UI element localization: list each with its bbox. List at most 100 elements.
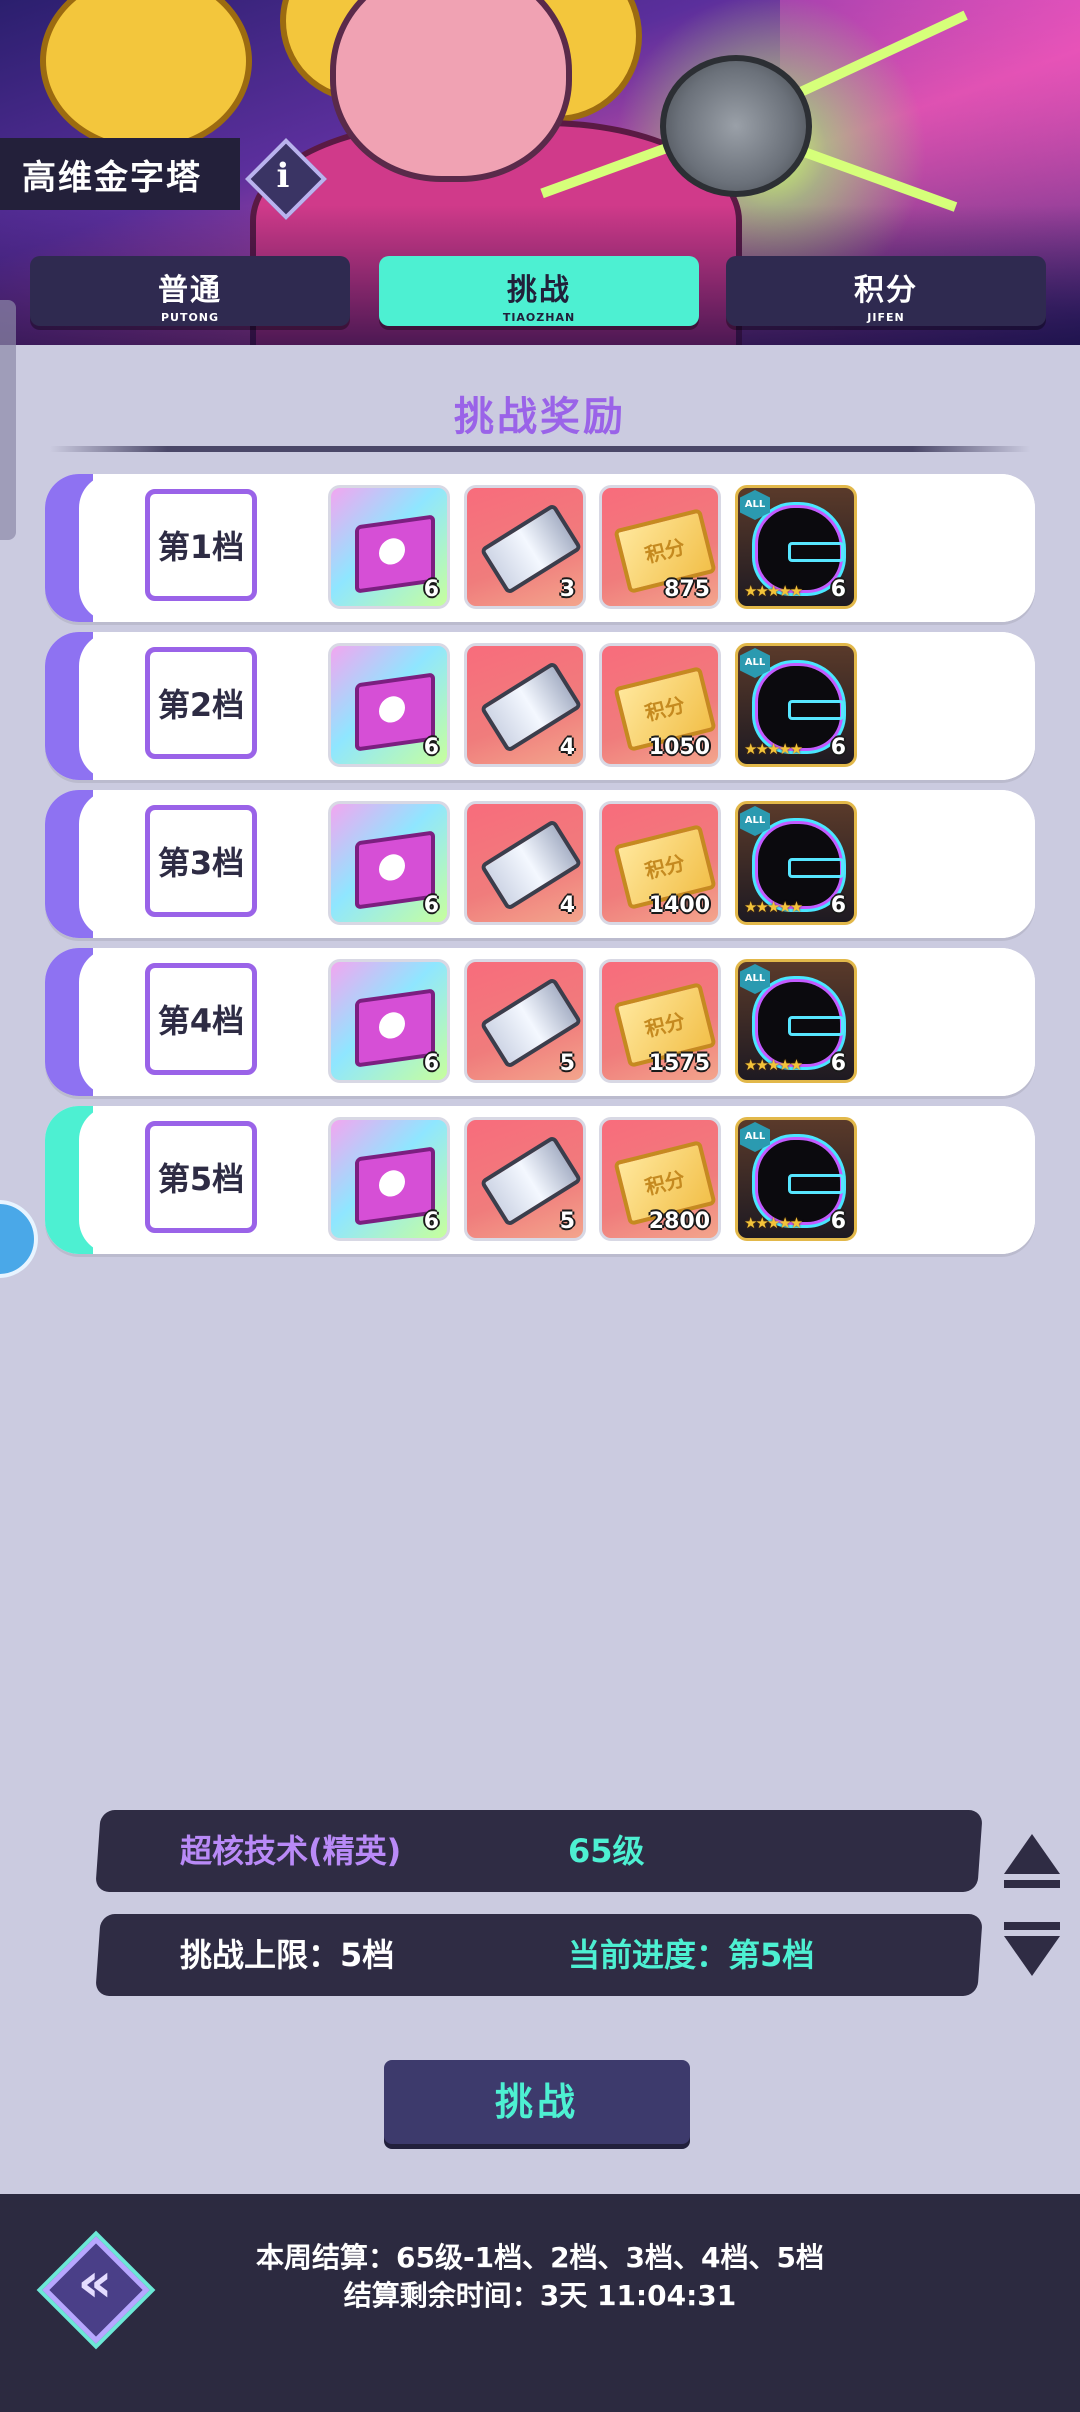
item-quantity: 6 — [830, 1209, 846, 1234]
settlement-countdown: 结算剩余时间：3天 11:04:31 — [343, 2279, 737, 2312]
challenge-button[interactable]: 挑战 — [384, 2060, 690, 2144]
reward-tier-row: 第4档 6 5 积分 1575 ALL ★★★★★ 6 — [45, 948, 1035, 1096]
reward-item-card-ticket[interactable]: 3 — [464, 485, 586, 609]
item-quantity: 6 — [423, 1051, 439, 1076]
all-badge: ALL — [740, 964, 770, 994]
item-quantity: 4 — [559, 735, 575, 760]
star-rating-icon: ★★★★★ — [744, 898, 803, 916]
item-quantity: 1050 — [648, 735, 710, 760]
level-up-button[interactable] — [1002, 1834, 1062, 1894]
reward-item-gift-box[interactable]: 6 — [328, 959, 450, 1083]
reward-item-hero-shard[interactable]: ALL ★★★★★ 6 — [735, 1117, 857, 1241]
reward-item-hero-shard[interactable]: ALL ★★★★★ 6 — [735, 959, 857, 1083]
hero-visor-icon — [788, 858, 844, 878]
reward-item-hero-shard[interactable]: ALL ★★★★★ 6 — [735, 643, 857, 767]
all-badge: ALL — [740, 648, 770, 678]
reward-item-hero-shard[interactable]: ALL ★★★★★ 6 — [735, 485, 857, 609]
tab-pinyin: TIAOZHAN — [502, 311, 576, 324]
reward-tier-row: 第2档 6 4 积分 1050 ALL ★★★★★ 6 — [45, 632, 1035, 780]
reward-item-card-ticket[interactable]: 4 — [464, 643, 586, 767]
reward-item-points-ticket[interactable]: 积分 1400 — [599, 801, 721, 925]
tab-label: 积分 — [854, 273, 918, 308]
star-rating-icon: ★★★★★ — [744, 582, 803, 600]
reward-item-card-ticket[interactable]: 4 — [464, 801, 586, 925]
reward-tier-row: 第3档 6 4 积分 1400 ALL ★★★★★ 6 — [45, 790, 1035, 938]
tier-label: 第2档 — [145, 647, 257, 759]
all-badge: ALL — [740, 1122, 770, 1152]
item-quantity: 875 — [664, 577, 710, 602]
reward-item-points-ticket[interactable]: 积分 1050 — [599, 643, 721, 767]
banner-character-face — [330, 0, 572, 182]
hero-visor-icon — [788, 700, 844, 720]
progress-bar: 挑战上限：5档 当前进度：第5档 — [95, 1914, 983, 1996]
item-quantity: 6 — [423, 735, 439, 760]
reward-item-gift-box[interactable]: 6 — [328, 801, 450, 925]
tab-putong[interactable]: 普通 PUTONG — [30, 256, 350, 326]
item-quantity: 3 — [559, 577, 575, 602]
banner-hair-curl-left — [40, 0, 252, 152]
weekly-settlement: 本周结算：65级-1档、2档、3档、4档、5档 — [256, 2241, 824, 2274]
tab-tiaozhan[interactable]: 挑战 TIAOZHAN — [379, 256, 699, 326]
item-quantity: 2800 — [648, 1209, 710, 1234]
challenge-limit: 挑战上限：5档 — [180, 1936, 395, 1974]
reward-tier-row: 第5档 6 5 积分 2800 ALL ★★★★★ 6 — [45, 1106, 1035, 1254]
reward-item-hero-shard[interactable]: ALL ★★★★★ 6 — [735, 801, 857, 925]
tier-label: 第5档 — [145, 1121, 257, 1233]
arrow-down-bar — [1004, 1922, 1060, 1930]
tier-label: 第1档 — [145, 489, 257, 601]
item-quantity: 6 — [830, 893, 846, 918]
hero-visor-icon — [788, 542, 844, 562]
item-quantity: 6 — [830, 1051, 846, 1076]
section-title: 挑战奖励 — [454, 394, 626, 440]
item-quantity: 6 — [830, 577, 846, 602]
reward-item-card-ticket[interactable]: 5 — [464, 959, 586, 1083]
hero-visor-icon — [788, 1016, 844, 1036]
reward-item-gift-box[interactable]: 6 — [328, 643, 450, 767]
info-button[interactable]: i — [244, 137, 328, 221]
tab-pinyin: JIFEN — [867, 311, 905, 324]
all-badge: ALL — [740, 806, 770, 836]
level-down-button[interactable] — [1002, 1922, 1062, 1982]
page-title: 高维金字塔 — [0, 138, 240, 210]
item-quantity: 6 — [423, 893, 439, 918]
item-quantity: 6 — [423, 1209, 439, 1234]
difficulty-level: 65级 — [568, 1832, 645, 1870]
difficulty-bar: 超核技术(精英) 65级 — [95, 1810, 983, 1892]
star-rating-icon: ★★★★★ — [744, 1214, 803, 1232]
tier-label: 第4档 — [145, 963, 257, 1075]
reward-tier-row: 第1档 6 3 积分 875 ALL ★★★★★ 6 — [45, 474, 1035, 622]
tab-pinyin: PUTONG — [160, 311, 220, 324]
banner-microphone — [660, 55, 812, 197]
footer-bar: « 本周结算：65级-1档、2档、3档、4档、5档 结算剩余时间：3天 11:0… — [0, 2194, 1080, 2412]
reward-item-gift-box[interactable]: 6 — [328, 1117, 450, 1241]
info-icon: i — [276, 156, 290, 196]
arrow-down-icon — [1004, 1936, 1060, 1976]
star-rating-icon: ★★★★★ — [744, 1056, 803, 1074]
arrow-up-icon — [1004, 1834, 1060, 1874]
item-quantity: 6 — [423, 577, 439, 602]
tab-label: 挑战 — [507, 273, 571, 308]
side-float-button[interactable] — [0, 1200, 38, 1278]
section-divider — [50, 446, 1030, 452]
hero-visor-icon — [788, 1174, 844, 1194]
reward-item-gift-box[interactable]: 6 — [328, 485, 450, 609]
item-quantity: 1400 — [648, 893, 710, 918]
event-banner: 高维金字塔 i 普通 PUTONG 挑战 TIAOZHAN 积分 JIFEN — [0, 0, 1080, 345]
difficulty-name: 超核技术(精英) — [180, 1832, 402, 1870]
star-rating-icon: ★★★★★ — [744, 740, 803, 758]
reward-item-card-ticket[interactable]: 5 — [464, 1117, 586, 1241]
current-progress: 当前进度：第5档 — [568, 1936, 815, 1974]
reward-item-points-ticket[interactable]: 积分 1575 — [599, 959, 721, 1083]
reward-item-points-ticket[interactable]: 积分 875 — [599, 485, 721, 609]
item-quantity: 6 — [830, 735, 846, 760]
item-quantity: 4 — [559, 893, 575, 918]
tier-label: 第3档 — [145, 805, 257, 917]
tab-label: 普通 — [158, 273, 222, 308]
arrow-up-bar — [1004, 1880, 1060, 1888]
tab-jifen[interactable]: 积分 JIFEN — [726, 256, 1046, 326]
mode-tabs: 普通 PUTONG 挑战 TIAOZHAN 积分 JIFEN — [30, 256, 1050, 328]
all-badge: ALL — [740, 490, 770, 520]
item-quantity: 5 — [559, 1209, 575, 1234]
item-quantity: 1575 — [648, 1051, 710, 1076]
reward-item-points-ticket[interactable]: 积分 2800 — [599, 1117, 721, 1241]
